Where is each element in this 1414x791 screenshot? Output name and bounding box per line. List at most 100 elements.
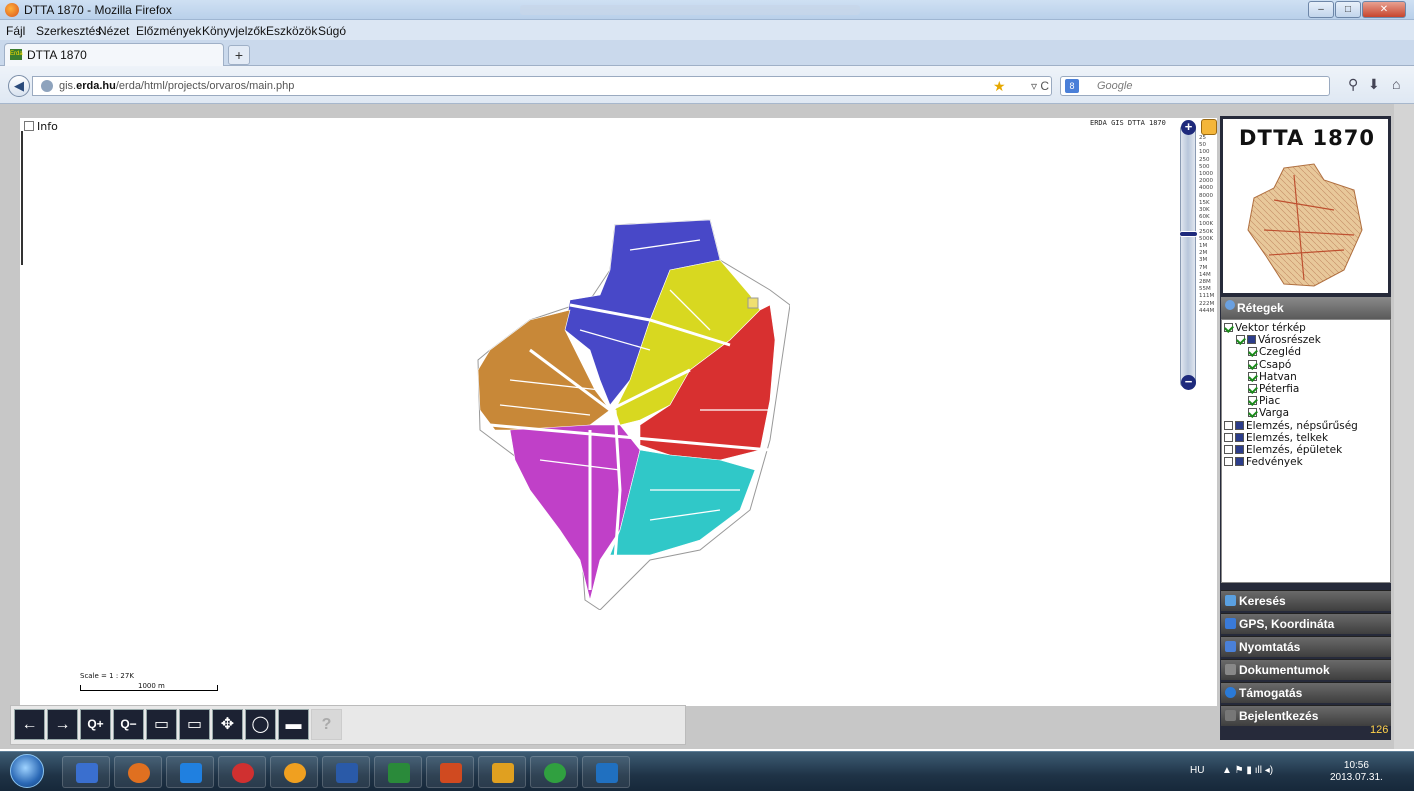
layer-checkbox[interactable] bbox=[1248, 396, 1257, 406]
new-tab-button[interactable]: + bbox=[228, 45, 250, 65]
layer-row-0[interactable]: Vektor térkép bbox=[1224, 323, 1306, 334]
menu-tools[interactable]: Eszközök bbox=[266, 24, 317, 38]
zoom-level-5[interactable]: 1000 bbox=[1199, 171, 1214, 178]
layer-row-10[interactable]: Elemzés, épületek bbox=[1224, 445, 1342, 456]
menu-help[interactable]: Súgó bbox=[318, 24, 346, 38]
zoom-level-10[interactable]: 30K bbox=[1199, 207, 1214, 214]
zoom-out-button[interactable]: − bbox=[1181, 375, 1196, 390]
layer-row-9[interactable]: Elemzés, telkek bbox=[1224, 432, 1328, 444]
layer-row-8[interactable]: Elemzés, népsűrűség bbox=[1224, 420, 1358, 432]
taskbar-outlook[interactable] bbox=[478, 756, 526, 788]
layer-checkbox[interactable] bbox=[1224, 323, 1233, 332]
pan-back-button[interactable]: ← bbox=[14, 709, 45, 740]
zoom-level-4[interactable]: 500 bbox=[1199, 164, 1214, 171]
overview-map-thumbnail[interactable] bbox=[1244, 160, 1366, 290]
zoom-level-21[interactable]: 55M bbox=[1199, 286, 1214, 293]
zoom-level-11[interactable]: 60K bbox=[1199, 214, 1214, 221]
zoom-level-23[interactable]: 222M bbox=[1199, 301, 1214, 308]
layer-checkbox[interactable] bbox=[1248, 371, 1257, 381]
layer-row-2[interactable]: Czegléd bbox=[1248, 347, 1301, 358]
measure-tool-button[interactable]: ▬ bbox=[278, 709, 309, 740]
zoom-level-15[interactable]: 1M bbox=[1199, 243, 1214, 250]
layer-row-6[interactable]: Piac bbox=[1248, 396, 1280, 407]
maximize-button[interactable]: □ bbox=[1335, 1, 1361, 18]
zoom-level-14[interactable]: 500K bbox=[1199, 236, 1214, 243]
accordion-documents[interactable]: Dokumentumok bbox=[1221, 659, 1391, 680]
zoom-level-12[interactable]: 100K bbox=[1199, 221, 1214, 228]
taskbar-sun-app[interactable] bbox=[270, 756, 318, 788]
zoom-level-20[interactable]: 28M bbox=[1199, 279, 1214, 286]
zoom-level-8[interactable]: 8000 bbox=[1199, 193, 1214, 200]
select-tool-button[interactable]: ▭ bbox=[146, 709, 177, 740]
accordion-login[interactable]: Bejelentkezés bbox=[1221, 705, 1391, 726]
accordion-support[interactable]: Támogatás bbox=[1221, 682, 1391, 703]
layer-row-4[interactable]: Hatvan bbox=[1248, 371, 1297, 383]
zoom-level-0[interactable]: 25 bbox=[1199, 135, 1214, 142]
refresh-map-button[interactable]: ◯ bbox=[245, 709, 276, 740]
search-input[interactable]: 8 Google bbox=[1060, 76, 1330, 96]
home-icon[interactable]: ⌂ bbox=[1392, 76, 1400, 92]
back-button[interactable]: ◀ bbox=[8, 75, 30, 97]
zoom-level-13[interactable]: 250K bbox=[1199, 229, 1214, 236]
layer-checkbox[interactable] bbox=[1224, 445, 1233, 454]
zoom-level-17[interactable]: 3M bbox=[1199, 257, 1214, 264]
tray-language[interactable]: HU bbox=[1190, 765, 1204, 776]
pan-forward-button[interactable]: → bbox=[47, 709, 78, 740]
zoom-level-7[interactable]: 4000 bbox=[1199, 185, 1214, 192]
zoom-out-tool-button[interactable]: Q− bbox=[113, 709, 144, 740]
zoom-level-9[interactable]: 15K bbox=[1199, 200, 1214, 207]
taskbar-gis-app[interactable] bbox=[530, 756, 578, 788]
pan-tool-button[interactable]: ✥ bbox=[212, 709, 243, 740]
city-districts-map[interactable] bbox=[470, 210, 790, 610]
layer-checkbox[interactable] bbox=[1248, 384, 1257, 393]
zoom-level-6[interactable]: 2000 bbox=[1199, 178, 1214, 185]
accordion-print[interactable]: Nyomtatás bbox=[1221, 636, 1391, 657]
layer-checkbox[interactable] bbox=[1224, 420, 1233, 430]
close-button[interactable]: ✕ bbox=[1362, 1, 1406, 18]
page-scrollbar[interactable] bbox=[1394, 104, 1414, 749]
layer-row-11[interactable]: Fedvények bbox=[1224, 457, 1303, 468]
layer-row-1[interactable]: Városrészek bbox=[1236, 335, 1321, 346]
taskbar-save-app[interactable] bbox=[62, 756, 110, 788]
taskbar-burn-app[interactable] bbox=[218, 756, 266, 788]
minimize-button[interactable]: – bbox=[1308, 1, 1334, 18]
accordion-search[interactable]: Keresés bbox=[1221, 590, 1391, 611]
taskbar-network-app[interactable] bbox=[582, 756, 630, 788]
tray-icons[interactable]: ▲ ⚑ ▮ ıll ◂) bbox=[1222, 765, 1273, 776]
layer-row-7[interactable]: Varga bbox=[1248, 408, 1289, 419]
menu-bookmarks[interactable]: Könyvjelzők bbox=[202, 24, 266, 38]
zoom-in-tool-button[interactable]: Q+ bbox=[80, 709, 111, 740]
zoom-level-1[interactable]: 50 bbox=[1199, 142, 1214, 149]
url-bar[interactable]: gis.erda.hu/erda/html/projects/orvaros/m… bbox=[32, 76, 1052, 96]
taskbar-word[interactable] bbox=[322, 756, 370, 788]
downloads-icon[interactable]: ⬇ bbox=[1368, 76, 1380, 93]
menu-view[interactable]: Nézet bbox=[98, 24, 129, 38]
zoom-handle[interactable] bbox=[1179, 231, 1198, 237]
layer-checkbox[interactable] bbox=[1236, 335, 1245, 345]
zoom-level-19[interactable]: 14M bbox=[1199, 272, 1214, 279]
taskbar-firefox[interactable] bbox=[114, 756, 162, 788]
taskbar-media-player[interactable] bbox=[166, 756, 214, 788]
zoom-in-button[interactable]: + bbox=[1181, 120, 1196, 135]
layer-checkbox[interactable] bbox=[1248, 347, 1257, 357]
layers-header[interactable]: Rétegek bbox=[1221, 297, 1391, 319]
zoom-level-3[interactable]: 250 bbox=[1199, 157, 1214, 164]
reload-icon[interactable]: ▿ C bbox=[1031, 79, 1049, 93]
taskbar-excel[interactable] bbox=[374, 756, 422, 788]
menu-edit[interactable]: Szerkesztés bbox=[36, 24, 101, 38]
zoom-level-16[interactable]: 2M bbox=[1199, 250, 1214, 257]
tab-dtta[interactable]: Erda DTTA 1870 bbox=[4, 43, 224, 66]
clock[interactable]: 10:56 2013.07.31. bbox=[1330, 760, 1383, 784]
layer-checkbox[interactable] bbox=[1248, 408, 1257, 418]
menu-history[interactable]: Előzmények bbox=[136, 24, 201, 38]
help-tool-button[interactable]: ? bbox=[311, 709, 342, 740]
streetview-pegman-icon[interactable] bbox=[1201, 119, 1217, 135]
layer-checkbox[interactable] bbox=[1224, 432, 1233, 442]
full-extent-button[interactable]: ▭ bbox=[179, 709, 210, 740]
zoom-level-2[interactable]: 100 bbox=[1199, 149, 1214, 156]
layer-checkbox[interactable] bbox=[1224, 457, 1233, 467]
zoom-level-22[interactable]: 111M bbox=[1199, 293, 1214, 300]
search-go-icon[interactable]: ⚲ bbox=[1348, 76, 1358, 93]
google-icon[interactable]: 8 bbox=[1065, 79, 1079, 93]
layer-checkbox[interactable] bbox=[1248, 359, 1257, 369]
